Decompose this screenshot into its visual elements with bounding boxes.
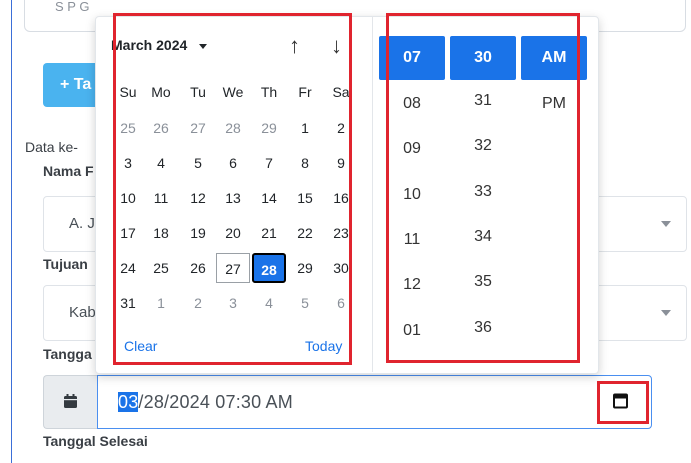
picker-divider bbox=[372, 16, 373, 372]
calendar-toggle-button[interactable] bbox=[613, 392, 628, 414]
calendar-addon bbox=[43, 375, 98, 429]
nama-label: Nama F bbox=[43, 163, 94, 179]
calendar-icon bbox=[64, 394, 77, 408]
calendar-highlight-box bbox=[113, 13, 352, 365]
chevron-down-icon bbox=[661, 310, 671, 316]
date-rest-segment: /28/2024 07:30 AM bbox=[138, 392, 293, 412]
page-frame-border bbox=[11, 0, 12, 463]
tanggal-label: Tangga bbox=[43, 346, 92, 362]
nama-select-value: A. J bbox=[69, 215, 95, 232]
calendar-outline-icon bbox=[613, 393, 628, 409]
top-field-value: S P G bbox=[55, 0, 90, 14]
tujuan-label: Tujuan bbox=[43, 256, 88, 272]
time-highlight-box bbox=[386, 13, 580, 363]
start-date-value: 03/28/2024 07:30 AM bbox=[118, 392, 293, 413]
chevron-down-icon bbox=[661, 221, 671, 227]
data-heading: Data ke- bbox=[25, 139, 78, 155]
tujuan-select-value: Kab bbox=[69, 304, 96, 321]
tanggal-selesai-label: Tanggal Selesai bbox=[43, 433, 148, 449]
add-button-label: + Ta bbox=[60, 76, 92, 93]
date-month-segment: 03 bbox=[118, 392, 139, 412]
start-date-input[interactable]: 03/28/2024 07:30 AM bbox=[97, 375, 652, 429]
